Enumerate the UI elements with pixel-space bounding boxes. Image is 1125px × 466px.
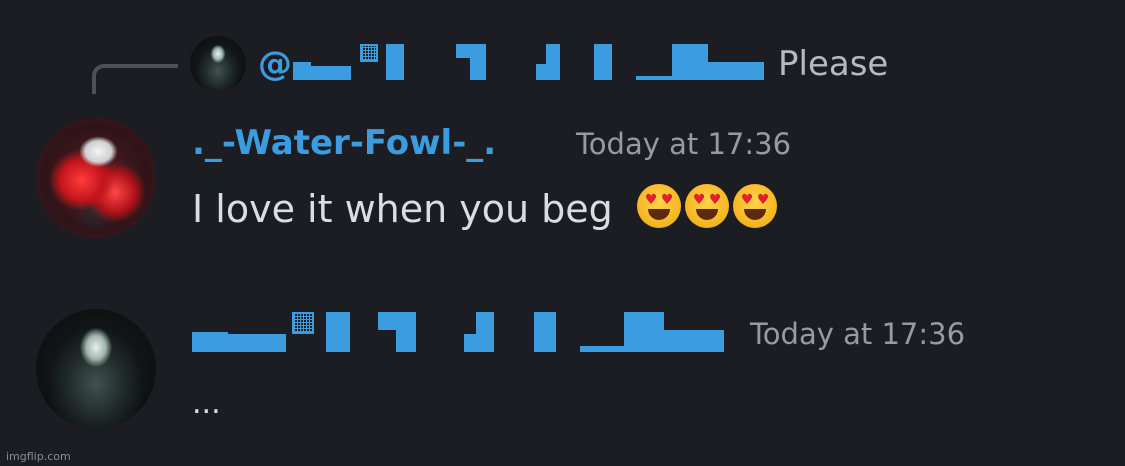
heart-eyes-emoji: ♥ ♥: [636, 184, 681, 228]
message-timestamp: Today at 17:36: [750, 317, 966, 351]
message-content: I love it when you beg ♥ ♥ ♥ ♥ ♥ ♥: [192, 184, 777, 232]
heart-eyes-emoji: ♥ ♥: [684, 184, 729, 228]
message-text: ...: [192, 386, 221, 421]
author-avatar[interactable]: [36, 118, 156, 238]
author-avatar[interactable]: [36, 309, 156, 429]
reply-preview-text[interactable]: Please: [778, 44, 888, 84]
reply-connector: [92, 64, 178, 94]
author-name[interactable]: ._-Water-Fowl-_.: [192, 122, 496, 164]
reply-avatar[interactable]: [190, 36, 246, 92]
message-text: I love it when you beg: [192, 187, 613, 231]
heart-eyes-emoji: ♥ ♥: [732, 184, 777, 228]
reply-mention-prefix[interactable]: @: [258, 44, 292, 84]
watermark: imgflip.com: [6, 450, 71, 463]
message-timestamp: Today at 17:36: [576, 127, 792, 161]
